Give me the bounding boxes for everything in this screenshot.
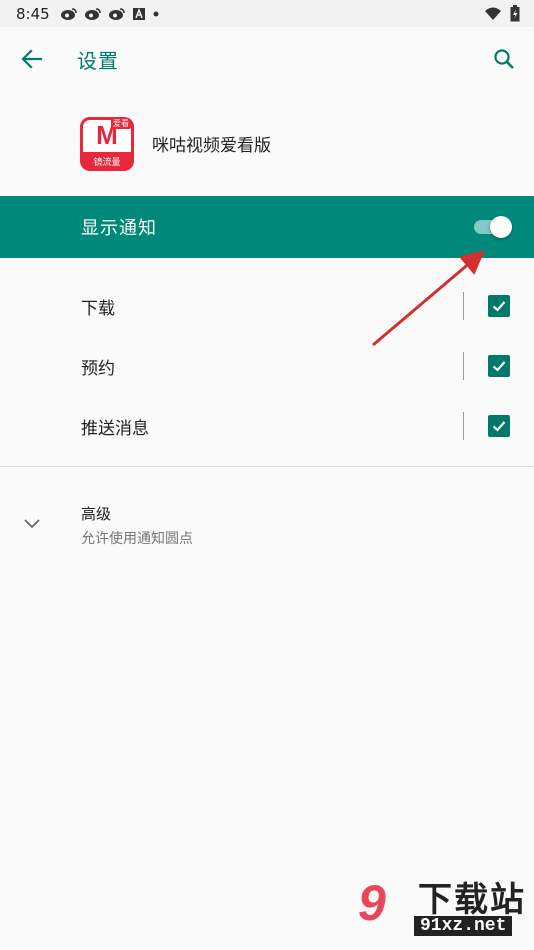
watermark: 9 下载站 91xz.net: [358, 868, 528, 946]
app-logo-tag: 爱看: [111, 117, 131, 129]
check-icon: [492, 361, 506, 372]
weibo-icon: [108, 7, 125, 20]
watermark-url: 91xz.net: [414, 916, 513, 936]
check-icon: [492, 421, 506, 432]
channel-checkbox[interactable]: [488, 355, 510, 377]
advanced-subtitle: 允许使用通知圆点: [81, 531, 193, 547]
show-notifications-row[interactable]: 显示通知: [0, 196, 534, 258]
battery-icon: [510, 5, 520, 22]
check-icon: [492, 301, 506, 312]
channel-label: 下载: [81, 298, 115, 319]
app-bar: 设置: [0, 27, 534, 91]
channel-row-reservation[interactable]: 预约: [0, 336, 534, 396]
channel-label: 推送消息: [81, 418, 149, 439]
channel-row-push-messages[interactable]: 推送消息: [0, 396, 534, 456]
channel-row-download[interactable]: 下载: [0, 276, 534, 336]
watermark-logo: 9: [358, 875, 386, 931]
show-notifications-label: 显示通知: [81, 218, 157, 239]
search-button[interactable]: [484, 39, 524, 79]
weibo-icon: [84, 7, 101, 20]
status-bar: 8:45: [0, 0, 534, 27]
page-title: 设置: [77, 48, 119, 73]
app-logo: M 爱看 镜流量: [80, 116, 134, 171]
wifi-icon: [485, 7, 501, 20]
divider: [463, 292, 464, 320]
channel-list: 下载 预约 推送消息: [0, 258, 534, 467]
app-name: 咪咕视频爱看版: [152, 136, 271, 156]
divider: [463, 412, 464, 440]
status-time: 8:45: [16, 4, 50, 23]
show-notifications-toggle[interactable]: [472, 215, 512, 239]
channel-label: 预约: [81, 358, 115, 379]
chevron-down-icon: [24, 519, 40, 529]
back-arrow-icon: [21, 49, 43, 69]
channel-checkbox[interactable]: [488, 295, 510, 317]
channel-checkbox[interactable]: [488, 415, 510, 437]
app-header: M 爱看 镜流量 咪咕视频爱看版: [0, 91, 534, 196]
advanced-title: 高级: [81, 505, 112, 523]
search-icon: [494, 49, 514, 69]
toggle-thumb: [490, 216, 512, 238]
weibo-icon: [60, 7, 77, 20]
advanced-row[interactable]: 高级 允许使用通知圆点: [0, 467, 534, 548]
watermark-text: 下载站: [418, 880, 526, 920]
back-button[interactable]: [12, 39, 52, 79]
a-icon: [132, 7, 145, 20]
app-logo-bottom: 镜流量: [93, 157, 121, 168]
divider: [463, 352, 464, 380]
dot-icon: [153, 11, 159, 16]
